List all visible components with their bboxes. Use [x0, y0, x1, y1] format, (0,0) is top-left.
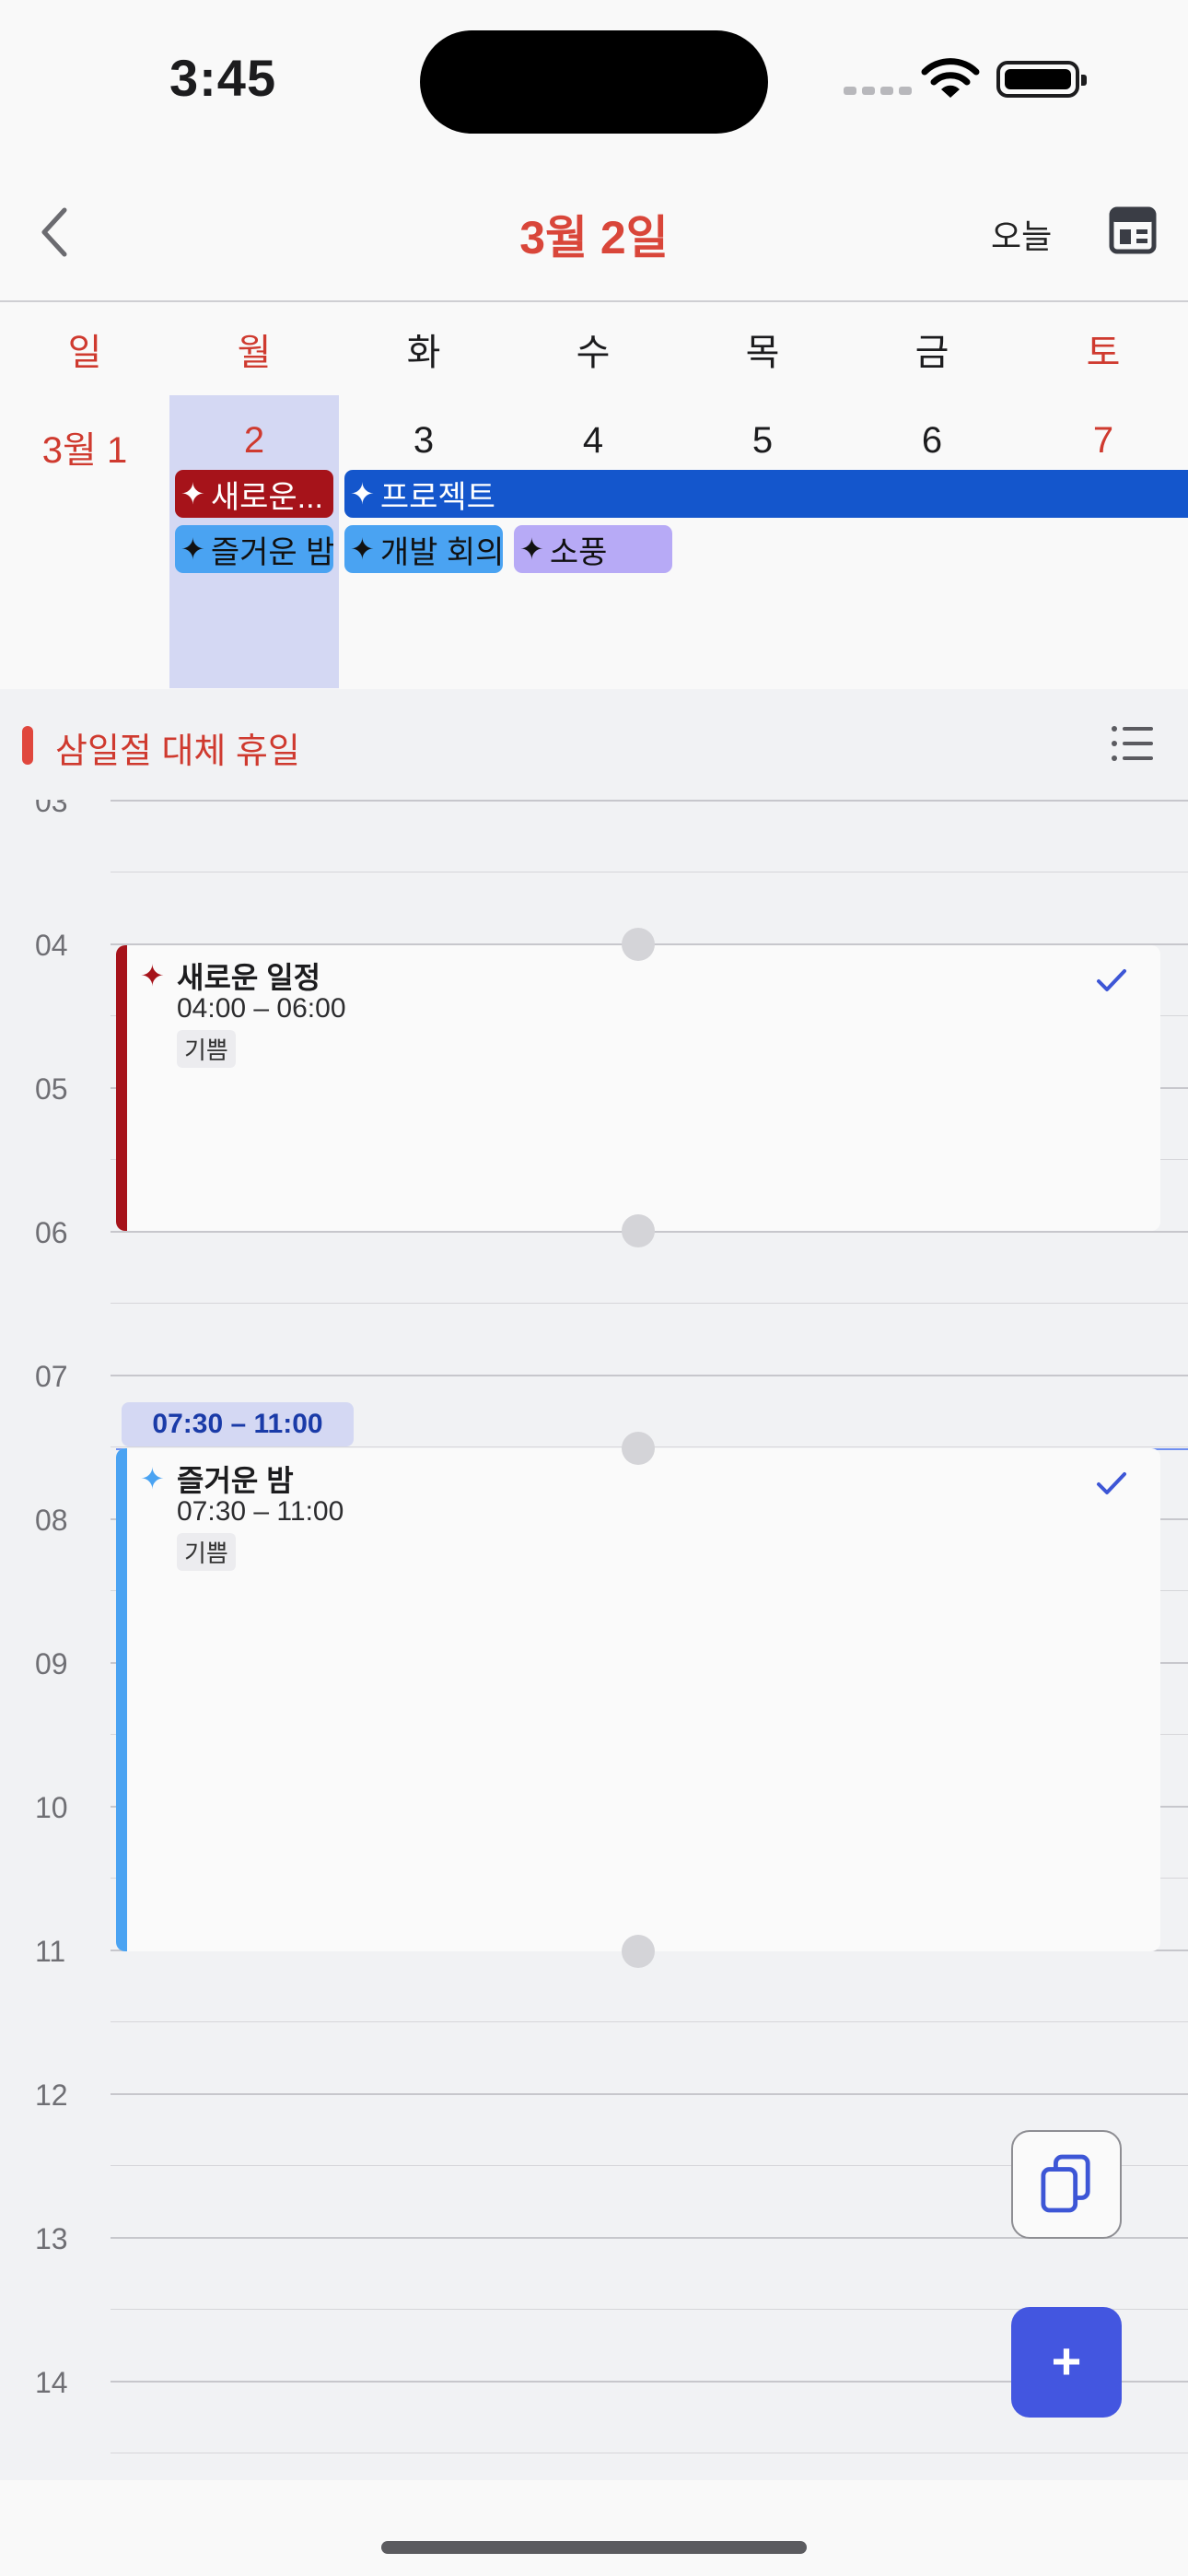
resize-handle-bottom[interactable] [622, 1214, 655, 1247]
resize-handle-top[interactable] [622, 1432, 655, 1465]
copy-icon [1041, 2154, 1090, 2213]
weekday-wed: 수 [576, 333, 611, 373]
today-button[interactable]: 오늘 [991, 210, 1052, 258]
resize-handle-bottom[interactable] [622, 1935, 655, 1968]
weekday-sun: 일 [67, 333, 102, 373]
dynamic-island [420, 30, 768, 134]
hour-label: 08 [35, 1504, 68, 1537]
date-cell-selected[interactable]: 2 [169, 420, 339, 462]
weekday-tue: 화 [406, 333, 441, 373]
hour-label: 03 [35, 800, 68, 818]
date-cell[interactable]: 4 [508, 420, 678, 462]
week-event-chip[interactable]: ✦ 프로젝트 [344, 470, 1188, 518]
weekday-sat: 토 [1086, 333, 1121, 373]
checkmark-icon[interactable] [1096, 967, 1127, 993]
weekday-thu: 목 [745, 333, 780, 373]
week-event-chip[interactable]: ✦ 개발 회의 [344, 525, 503, 573]
home-indicator[interactable] [381, 2541, 807, 2554]
event-tag: 기쁨 [177, 1030, 236, 1068]
hour-label: 12 [35, 2078, 68, 2112]
date-cell[interactable]: 5 [678, 420, 847, 462]
sparkle-icon: ✦ [350, 477, 375, 510]
hour-label: 14 [35, 2366, 68, 2399]
timeline-event[interactable]: ✦ 새로운 일정 04:00 – 06:00 기쁨 [116, 945, 1160, 1231]
event-time: 04:00 – 06:00 [177, 993, 346, 1024]
holiday-label: 삼일절 대체 휴일 [55, 732, 300, 771]
hour-label: 07 [35, 1360, 68, 1393]
list-icon[interactable] [1111, 724, 1153, 763]
hour-label: 10 [35, 1791, 68, 1824]
layout-icon[interactable] [1109, 206, 1157, 254]
event-title: 즐거운 밤 [177, 1464, 294, 1497]
home-area [0, 2480, 1188, 2576]
hour-label: 11 [35, 1935, 66, 1968]
event-time: 07:30 – 11:00 [177, 1496, 344, 1527]
checkmark-icon[interactable] [1096, 1470, 1127, 1496]
resize-handle-top[interactable] [622, 928, 655, 961]
hour-label: 09 [35, 1647, 68, 1680]
status-time: 3:45 [169, 49, 277, 107]
date-cell[interactable]: 3월 1 [0, 420, 169, 474]
hour-label: 05 [35, 1072, 68, 1106]
date-cell[interactable]: 7 [1019, 420, 1188, 462]
event-title: 새로운 일정 [177, 961, 321, 994]
week-event-chip[interactable]: ✦ 소풍 [514, 525, 672, 573]
week-event-chip[interactable]: ✦ 새로운... [175, 470, 333, 518]
sparkle-icon: ✦ [181, 477, 205, 510]
holiday-marker [22, 726, 33, 765]
add-event-button[interactable]: + [1011, 2307, 1122, 2418]
date-cell[interactable]: 6 [847, 420, 1017, 462]
hour-label: 06 [35, 1216, 68, 1249]
hour-label: 13 [35, 2222, 68, 2255]
event-color-stripe [116, 945, 127, 1231]
week-event-chip[interactable]: ✦ 즐거운 밤 [175, 525, 333, 573]
drag-time-badge: 07:30 – 11:00 [122, 1402, 354, 1446]
copy-button[interactable] [1011, 2130, 1122, 2239]
sparkle-icon: ✦ [181, 533, 205, 566]
battery-icon [996, 61, 1087, 98]
timeline-event[interactable]: ✦ 즐거운 밤 07:30 – 11:00 기쁨 [116, 1448, 1160, 1951]
sparkle-icon: ✦ [350, 533, 375, 566]
date-cell[interactable]: 3 [339, 420, 508, 462]
sparkle-icon: ✦ [519, 533, 544, 566]
weekday-mon: 월 [237, 333, 272, 373]
event-tag: 기쁨 [177, 1533, 236, 1571]
event-color-stripe [116, 1448, 127, 1951]
sparkle-icon: ✦ [140, 1462, 165, 1495]
sparkle-icon: ✦ [140, 959, 165, 992]
hour-label: 04 [35, 929, 68, 962]
weekday-fri: 금 [914, 333, 949, 373]
wifi-icon [921, 58, 980, 98]
